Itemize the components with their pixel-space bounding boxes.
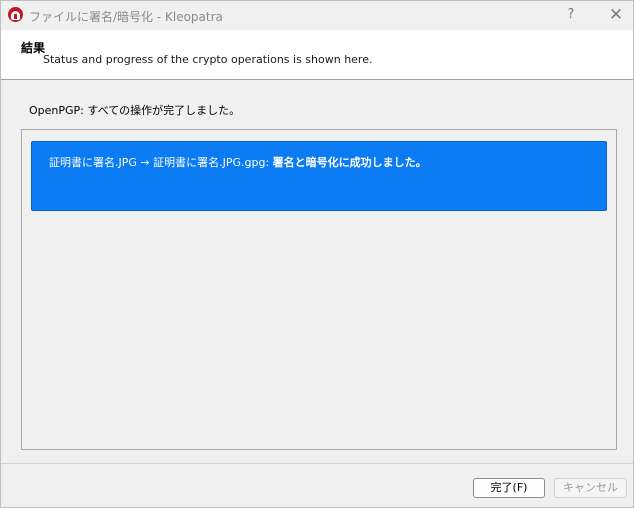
result-file-mapping: 証明書に署名.JPG → 証明書に署名.JPG.gpg: — [49, 156, 273, 169]
results-list: 証明書に署名.JPG → 証明書に署名.JPG.gpg: 署名と暗号化に成功しま… — [21, 129, 617, 450]
close-icon[interactable]: ✕ — [603, 4, 629, 26]
page-title: 結果 — [21, 41, 46, 55]
title-bar: ファイルに署名/暗号化 - Kleopatra ? ✕ — [1, 1, 633, 30]
footer-divider — [1, 463, 633, 464]
help-button[interactable]: ? — [559, 4, 583, 26]
result-item: 証明書に署名.JPG → 証明書に署名.JPG.gpg: 署名と暗号化に成功しま… — [31, 141, 607, 211]
kleopatra-app-icon — [8, 7, 23, 22]
finish-button[interactable]: 完了(F) — [473, 478, 545, 498]
cancel-button[interactable]: キャンセル — [554, 478, 627, 498]
window-title: ファイルに署名/暗号化 - Kleopatra — [29, 10, 223, 24]
page-header: 結果 Status and progress of the crypto ope… — [1, 30, 633, 80]
overall-status-text: OpenPGP: すべての操作が完了しました。 — [29, 104, 241, 117]
page-subtitle: Status and progress of the crypto operat… — [43, 53, 373, 66]
result-text: 証明書に署名.JPG → 証明書に署名.JPG.gpg: 署名と暗号化に成功しま… — [49, 154, 427, 170]
result-success-message: 署名と暗号化に成功しました。 — [272, 156, 427, 169]
dialog-window: ファイルに署名/暗号化 - Kleopatra ? ✕ 結果 Status an… — [0, 0, 634, 508]
